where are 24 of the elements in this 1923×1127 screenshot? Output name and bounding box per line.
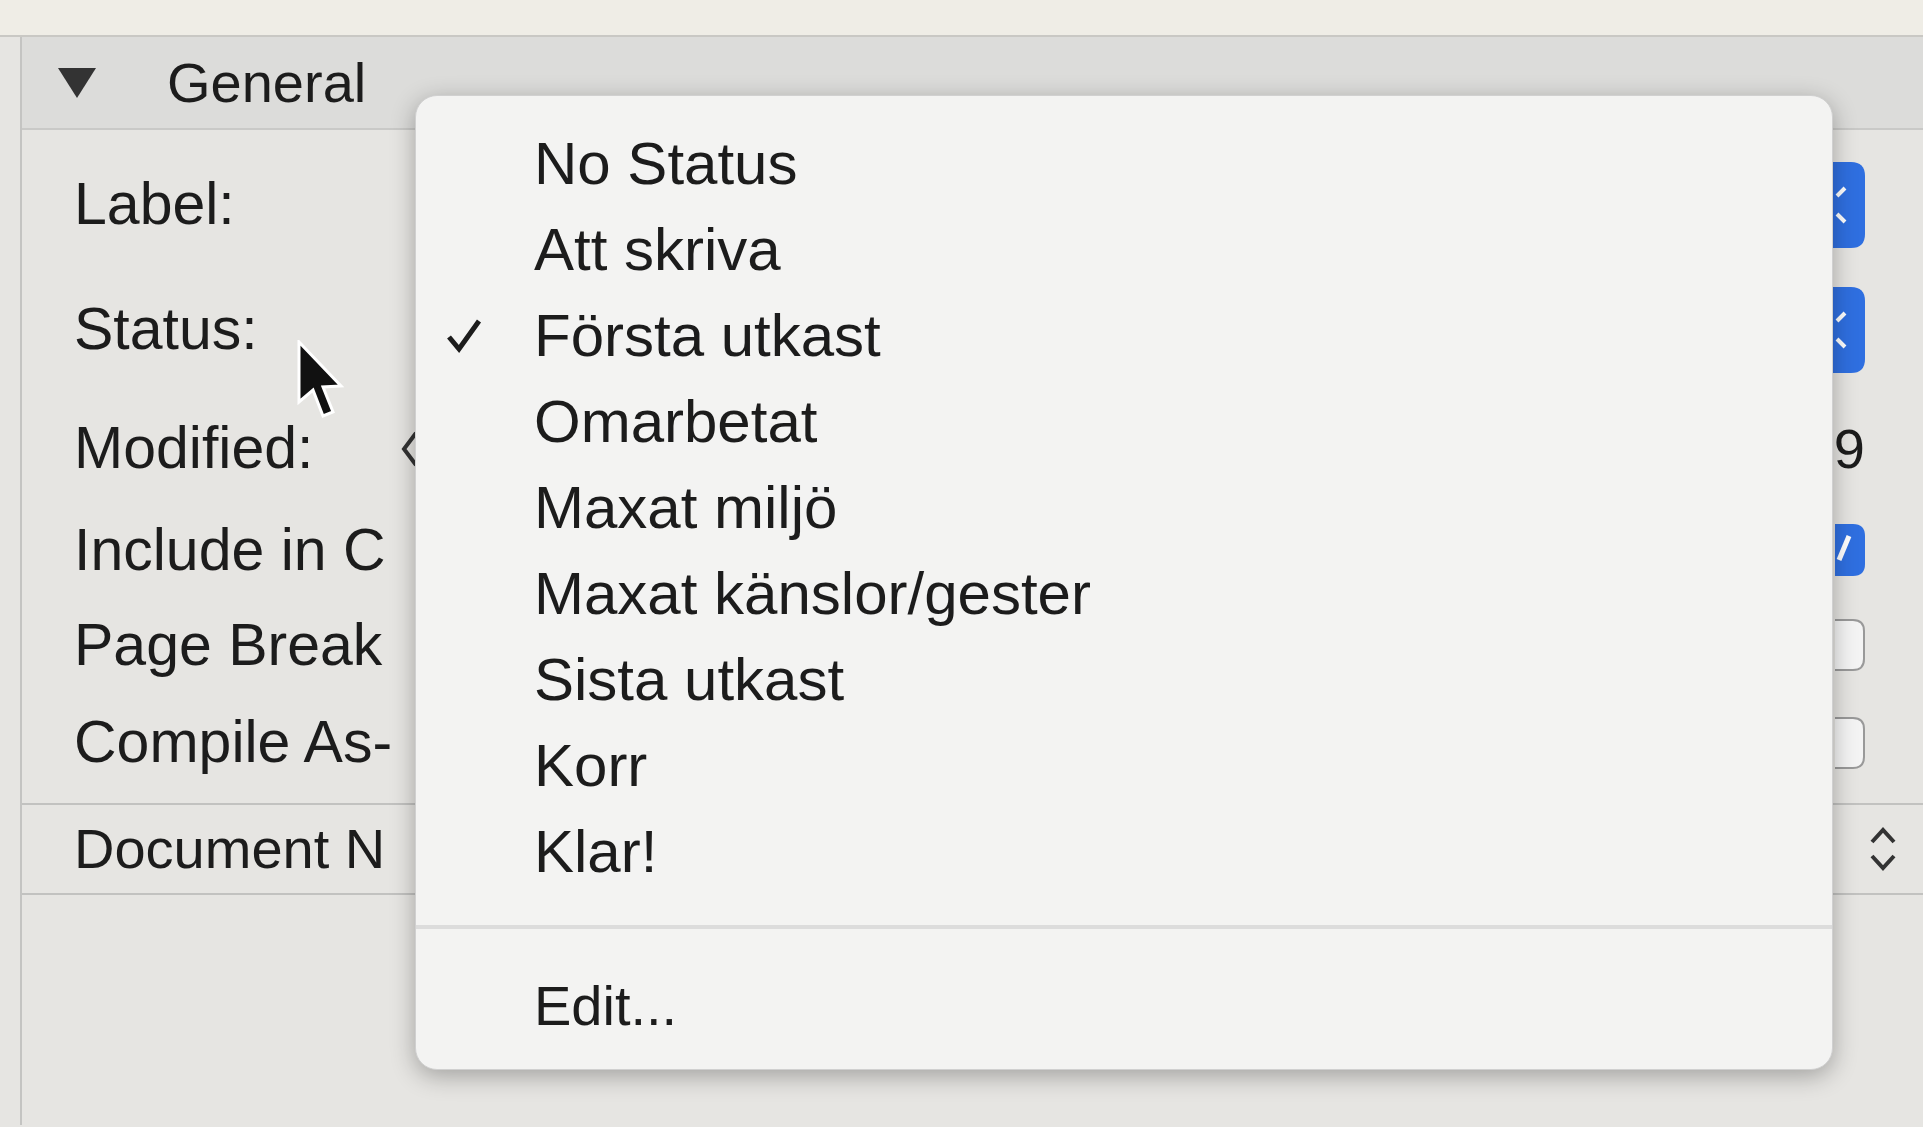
popup-button[interactable] <box>1831 161 1865 248</box>
date-value: 9 <box>1833 415 1865 482</box>
field-label: Page Break <box>74 610 383 680</box>
menu-item[interactable]: Maxat miljö <box>416 465 1832 551</box>
checkbox[interactable] <box>1835 619 1865 671</box>
document-notes-label: Document N <box>74 816 386 882</box>
menu-item[interactable]: Korr <box>416 723 1832 809</box>
field-label: Modified: <box>74 414 314 484</box>
menu-item[interactable]: Maxat känslor/gester <box>416 551 1832 637</box>
popup-button[interactable] <box>1831 286 1865 373</box>
field-label: Label: <box>74 170 235 240</box>
section-title: General <box>167 49 367 116</box>
menu-item[interactable]: Att skriva <box>416 207 1832 293</box>
checkbox[interactable] <box>1835 716 1865 769</box>
field-label: Include in C <box>74 515 386 585</box>
menu-item[interactable]: Edit... <box>416 963 1832 1049</box>
menu-item[interactable]: Klar! <box>416 809 1832 895</box>
field-label: Compile As- <box>74 708 393 778</box>
field-label: Status: <box>74 295 258 365</box>
menu-item[interactable]: Första utkast <box>416 293 1832 379</box>
menu-item[interactable]: Omarbetat <box>416 379 1832 465</box>
checkbox[interactable] <box>1835 524 1865 576</box>
menu-item[interactable]: Sista utkast <box>416 637 1832 723</box>
disclosure-triangle-icon[interactable] <box>56 65 98 100</box>
